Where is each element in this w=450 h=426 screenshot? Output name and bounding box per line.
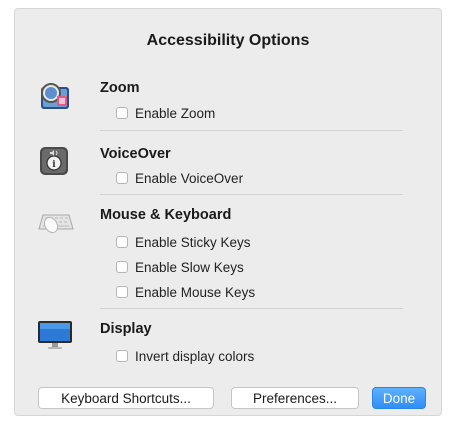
enable-slow-keys-checkbox[interactable]: Enable Slow Keys xyxy=(116,258,244,276)
checkbox-label: Enable Mouse Keys xyxy=(135,284,256,300)
display-icon xyxy=(37,319,73,356)
mouse-keyboard-icon xyxy=(35,207,77,242)
voiceover-icon: i xyxy=(39,146,69,181)
section-title-voiceover: VoiceOver xyxy=(100,146,171,162)
checkbox-label: Enable Slow Keys xyxy=(135,259,244,275)
done-button[interactable]: Done xyxy=(372,387,426,409)
preferences-button[interactable]: Preferences... xyxy=(231,387,359,409)
enable-zoom-checkbox[interactable]: Enable Zoom xyxy=(116,104,215,122)
checkbox-box[interactable] xyxy=(116,107,128,119)
zoom-icon xyxy=(37,81,73,118)
enable-sticky-keys-checkbox[interactable]: Enable Sticky Keys xyxy=(116,233,251,251)
invert-display-colors-checkbox[interactable]: Invert display colors xyxy=(116,347,254,365)
checkbox-box[interactable] xyxy=(116,261,128,273)
checkbox-box[interactable] xyxy=(116,350,128,362)
checkbox-label: Enable VoiceOver xyxy=(135,170,244,186)
accessibility-options-dialog: Accessibility Options Zoom Enable Zoom i… xyxy=(14,8,442,416)
checkbox-box[interactable] xyxy=(116,236,128,248)
keyboard-shortcuts-button[interactable]: Keyboard Shortcuts... xyxy=(38,387,214,409)
enable-voiceover-checkbox[interactable]: Enable VoiceOver xyxy=(116,169,243,187)
enable-mouse-keys-checkbox[interactable]: Enable Mouse Keys xyxy=(116,283,255,301)
checkbox-box[interactable] xyxy=(116,286,128,298)
divider xyxy=(100,308,403,309)
section-title-mouse-keyboard: Mouse & Keyboard xyxy=(100,207,232,223)
checkbox-label: Enable Zoom xyxy=(135,105,216,121)
divider xyxy=(100,194,403,195)
checkbox-label: Enable Sticky Keys xyxy=(135,234,251,250)
svg-text:i: i xyxy=(52,160,56,170)
section-title-zoom: Zoom xyxy=(100,80,140,96)
dialog-title: Accessibility Options xyxy=(146,32,310,49)
checkbox-box[interactable] xyxy=(116,172,128,184)
divider xyxy=(100,130,403,131)
section-title-display: Display xyxy=(100,321,152,337)
checkbox-label: Invert display colors xyxy=(135,348,255,364)
